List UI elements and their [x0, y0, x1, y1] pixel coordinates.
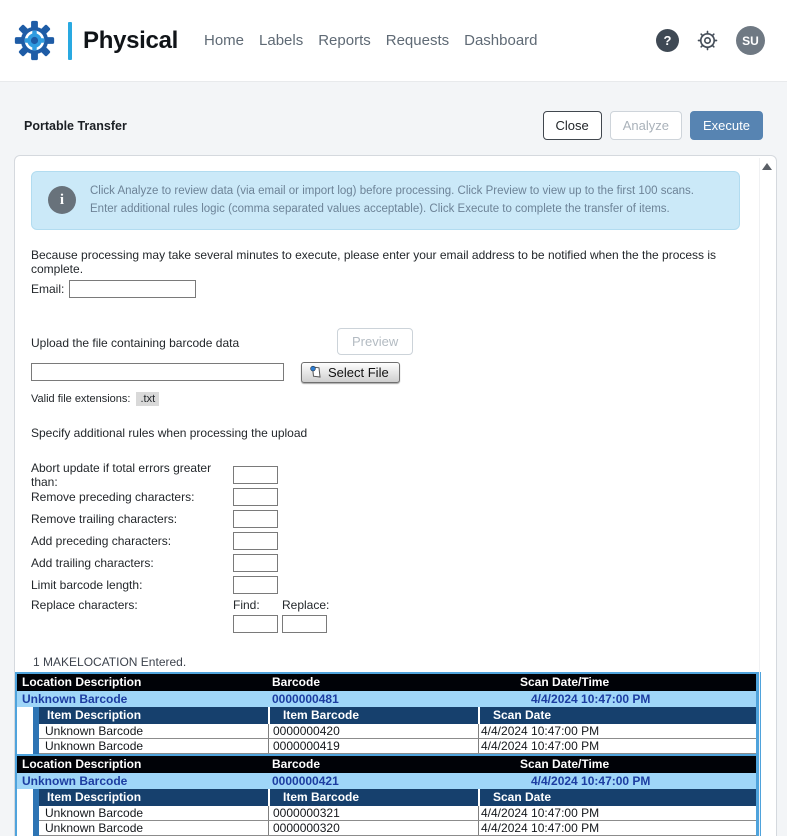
col-scan-date: Scan Date	[478, 707, 756, 724]
location-header-row: Location Description Barcode Scan Date/T…	[17, 756, 756, 773]
rule-remove-trailing-input[interactable]	[233, 510, 278, 528]
item-header-row: Item Description Item Barcode Scan Date	[39, 789, 756, 806]
info-banner: i Click Analyze to review data (via emai…	[31, 171, 740, 230]
col-scan-datetime: Scan Date/Time	[515, 674, 756, 691]
find-column-label: Find:	[233, 598, 282, 612]
rule-add-trailing-label: Add trailing characters:	[31, 556, 233, 570]
rule-remove-preceding-label: Remove preceding characters:	[31, 490, 233, 504]
item-row[interactable]: Unknown Barcode 0000000420 4/4/2024 10:4…	[39, 724, 756, 739]
rule-remove-trailing-label: Remove trailing characters:	[31, 512, 233, 526]
location-group: Location Description Barcode Scan Date/T…	[17, 674, 756, 756]
nav-home[interactable]: Home	[204, 32, 244, 49]
item-row[interactable]: Unknown Barcode 0000000419 4/4/2024 10:4…	[39, 739, 756, 754]
brand-name[interactable]: Physical	[83, 27, 178, 55]
location-row[interactable]: Unknown Barcode 0000000421 4/4/2024 10:4…	[17, 773, 756, 789]
info-icon: i	[48, 186, 76, 214]
col-item-barcode: Item Barcode	[268, 707, 478, 724]
page-title: Portable Transfer	[24, 119, 127, 133]
preview-button[interactable]: Preview	[337, 328, 413, 355]
col-barcode: Barcode	[267, 756, 515, 773]
execute-button[interactable]: Execute	[690, 111, 763, 140]
col-item-barcode: Item Barcode	[268, 789, 478, 806]
analyze-button[interactable]: Analyze	[610, 111, 682, 140]
app-logo-gear-icon[interactable]	[14, 20, 55, 61]
settings-gear-icon[interactable]	[696, 29, 719, 52]
col-scan-datetime: Scan Date/Time	[515, 756, 756, 773]
rules-heading: Specify additional rules when processing…	[31, 426, 740, 440]
help-icon[interactable]: ?	[656, 29, 679, 52]
location-row[interactable]: Unknown Barcode 0000000481 4/4/2024 10:4…	[17, 691, 756, 707]
items-subtable: Item Description Item Barcode Scan Date …	[33, 707, 756, 754]
rule-abort-label: Abort update if total errors greater tha…	[31, 461, 233, 489]
col-location-description: Location Description	[17, 674, 267, 691]
nav-reports[interactable]: Reports	[318, 32, 371, 49]
nav-dashboard[interactable]: Dashboard	[464, 32, 537, 49]
file-path-input[interactable]	[31, 363, 284, 381]
panel-scrollbar[interactable]	[759, 158, 774, 836]
nav-labels[interactable]: Labels	[259, 32, 303, 49]
file-icon	[309, 365, 323, 379]
location-group: Location Description Barcode Scan Date/T…	[17, 756, 756, 836]
col-scan-date: Scan Date	[478, 789, 756, 806]
email-note: Because processing may take several minu…	[31, 248, 740, 276]
item-row[interactable]: Unknown Barcode 0000000320 4/4/2024 10:4…	[39, 821, 756, 836]
app-header: Physical Home Labels Reports Requests Da…	[0, 0, 787, 82]
location-header-row: Location Description Barcode Scan Date/T…	[17, 674, 756, 691]
rule-replace-label: Replace characters:	[31, 598, 233, 612]
results-summary: 1 MAKELOCATION Entered.	[33, 655, 740, 669]
brand-divider-bar	[68, 22, 72, 60]
select-file-button[interactable]: Select File	[301, 362, 400, 383]
rule-remove-preceding-input[interactable]	[233, 488, 278, 506]
email-field[interactable]	[69, 280, 196, 298]
email-label: Email:	[31, 282, 64, 296]
nav-requests[interactable]: Requests	[386, 32, 449, 49]
rule-add-trailing-input[interactable]	[233, 554, 278, 572]
info-banner-text: Click Analyze to review data (via email …	[90, 182, 723, 219]
rule-add-preceding-label: Add preceding characters:	[31, 534, 233, 548]
rule-abort-input[interactable]	[233, 466, 278, 484]
portable-transfer-panel: i Click Analyze to review data (via emai…	[14, 155, 777, 836]
col-item-description: Item Description	[39, 707, 268, 724]
rule-limit-length-label: Limit barcode length:	[31, 578, 233, 592]
item-header-row: Item Description Item Barcode Scan Date	[39, 707, 756, 724]
valid-extension-chip: .txt	[136, 392, 159, 406]
user-avatar[interactable]: SU	[736, 26, 765, 55]
close-button[interactable]: Close	[543, 111, 602, 140]
col-location-description: Location Description	[17, 756, 267, 773]
item-row[interactable]: Unknown Barcode 0000000321 4/4/2024 10:4…	[39, 806, 756, 821]
col-barcode: Barcode	[267, 674, 515, 691]
replace-with-input[interactable]	[282, 615, 327, 633]
rule-limit-length-input[interactable]	[233, 576, 278, 594]
items-subtable: Item Description Item Barcode Scan Date …	[33, 789, 756, 836]
valid-extensions-label: Valid file extensions:	[31, 393, 130, 405]
up-arrow-icon[interactable]	[762, 163, 772, 170]
replace-find-input[interactable]	[233, 615, 278, 633]
rule-add-preceding-input[interactable]	[233, 532, 278, 550]
select-file-label: Select File	[328, 365, 389, 380]
col-item-description: Item Description	[39, 789, 268, 806]
scan-results-table: Location Description Barcode Scan Date/T…	[15, 672, 761, 836]
replace-column-label: Replace:	[282, 598, 329, 612]
main-nav: Home Labels Reports Requests Dashboard	[204, 32, 538, 49]
